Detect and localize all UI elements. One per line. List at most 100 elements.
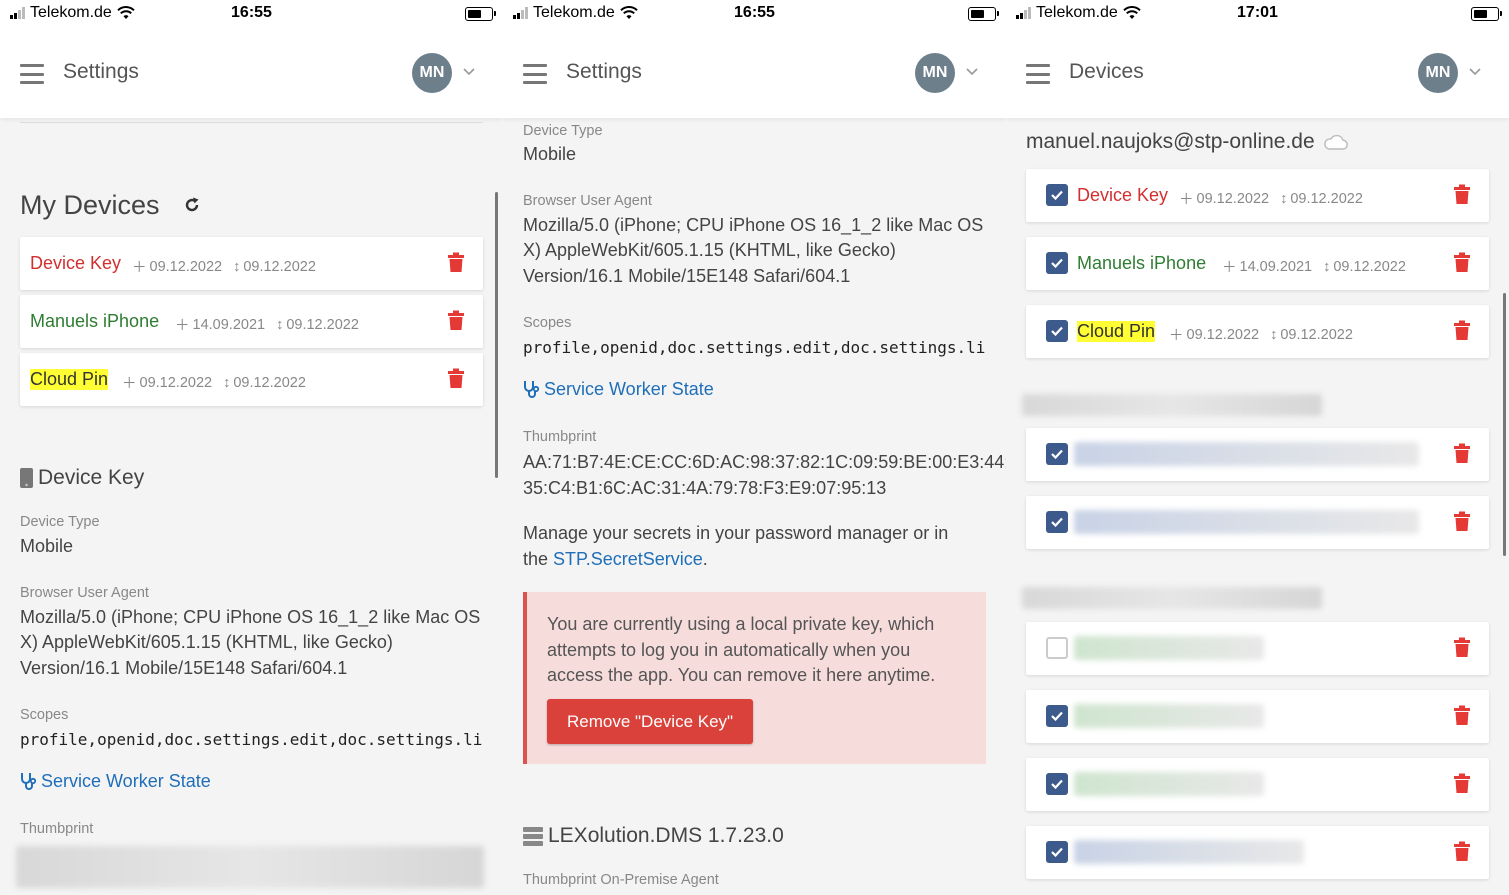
- thumbprint-label: Thumbprint: [20, 821, 94, 837]
- page-title: Devices: [1069, 60, 1144, 83]
- redacted-group-heading: [1022, 394, 1322, 416]
- device-checkbox[interactable]: [1046, 184, 1068, 206]
- clock: 17:01: [1237, 4, 1278, 21]
- manage-secrets-text: Manage your secrets in your password man…: [523, 523, 949, 543]
- trash-icon[interactable]: [1453, 705, 1471, 726]
- used-date: 09.12.2022: [233, 374, 306, 391]
- refresh-icon[interactable]: [183, 196, 201, 214]
- device-detail-heading: Device Key: [38, 466, 145, 489]
- my-devices-heading: My Devices: [20, 190, 160, 220]
- trash-icon[interactable]: [1453, 443, 1471, 464]
- trash-icon[interactable]: [1453, 773, 1471, 794]
- created-date: 09.12.2022: [139, 374, 213, 391]
- avatar[interactable]: MN: [1418, 53, 1458, 93]
- device-row[interactable]: Device Key ＋ 09.12.2022 ↕ 09.12.2022: [20, 237, 483, 290]
- menu-icon[interactable]: [523, 64, 547, 84]
- app-bar: Settings MN: [0, 28, 503, 118]
- menu-icon[interactable]: [1026, 64, 1050, 84]
- chevron-down-icon[interactable]: [462, 64, 476, 78]
- device-name[interactable]: Cloud Pin: [30, 369, 109, 390]
- updown-arrow-icon: ↕: [1270, 326, 1278, 343]
- updown-arrow-icon: ↕: [223, 374, 231, 391]
- device-checkbox[interactable]: [1046, 511, 1068, 533]
- status-bar: Telekom.de 16:55: [503, 0, 1006, 28]
- trash-icon[interactable]: [447, 368, 465, 389]
- created-date: 09.12.2022: [1186, 326, 1260, 343]
- clock: 16:55: [231, 4, 272, 21]
- device-checkbox[interactable]: [1046, 443, 1068, 465]
- device-row[interactable]: Cloud Pin ＋ 09.12.2022 ↕ 09.12.2022: [20, 353, 483, 406]
- redacted-thumbprint: [16, 846, 484, 888]
- scrollbar[interactable]: [495, 192, 498, 478]
- scopes-label: Scopes: [523, 315, 572, 331]
- page-title: Settings: [63, 60, 139, 83]
- device-checkbox[interactable]: [1046, 637, 1068, 659]
- scopes-value: profile,openid,doc.settings.edit,doc.set…: [20, 730, 483, 749]
- device-checkbox[interactable]: [1046, 705, 1068, 727]
- trash-icon[interactable]: [447, 310, 465, 331]
- service-worker-link[interactable]: Service Worker State: [523, 379, 714, 400]
- user-agent-line: Mozilla/5.0 (iPhone; CPU iPhone OS 16_1_…: [20, 607, 481, 627]
- device-row-redacted[interactable]: [1026, 758, 1489, 811]
- user-agent-line: Mozilla/5.0 (iPhone; CPU iPhone OS 16_1_…: [523, 215, 984, 235]
- alert-text: attempts to log you in automatically whe…: [547, 639, 911, 660]
- redacted-device-name: [1074, 704, 1264, 728]
- created-date: 09.12.2022: [1196, 190, 1270, 207]
- device-row[interactable]: Cloud Pin ＋ 09.12.2022 ↕ 09.12.2022: [1026, 305, 1489, 358]
- battery-icon: [1471, 7, 1502, 21]
- device-name[interactable]: Manuels iPhone: [30, 311, 159, 332]
- created-date: 14.09.2021: [192, 316, 266, 333]
- updown-arrow-icon: ↕: [1280, 190, 1288, 207]
- device-type-value: Mobile: [20, 536, 74, 556]
- stethoscope-icon: [524, 381, 540, 398]
- account-heading: manuel.naujoks@stp-online.de: [1026, 130, 1349, 154]
- chevron-down-icon[interactable]: [965, 64, 979, 78]
- device-row-redacted[interactable]: [1026, 622, 1489, 675]
- scrollbar[interactable]: [1503, 293, 1506, 556]
- secret-service-link[interactable]: STP.SecretService: [553, 549, 703, 569]
- user-agent-line: X) AppleWebKit/605.1.15 (KHTML, like Gec…: [20, 632, 393, 652]
- chevron-down-icon[interactable]: [1468, 64, 1482, 78]
- avatar[interactable]: MN: [412, 53, 452, 93]
- remove-device-key-button[interactable]: Remove "Device Key": [547, 699, 754, 744]
- device-row-redacted[interactable]: [1026, 428, 1489, 481]
- clock: 16:55: [734, 4, 775, 21]
- avatar[interactable]: MN: [915, 53, 955, 93]
- trash-icon[interactable]: [1453, 637, 1471, 658]
- device-row-redacted[interactable]: [1026, 690, 1489, 743]
- device-name[interactable]: Device Key: [1077, 185, 1168, 206]
- trash-icon[interactable]: [1453, 841, 1471, 862]
- dms-version-heading: LEXolution.DMS 1.7.23.0: [548, 824, 784, 847]
- menu-icon[interactable]: [20, 64, 44, 84]
- device-row[interactable]: Device Key ＋ 09.12.2022 ↕ 09.12.2022: [1026, 169, 1489, 222]
- screen-settings-device-detail: Telekom.de 16:55 Settings MN Device Type…: [503, 0, 1006, 895]
- device-checkbox[interactable]: [1046, 320, 1068, 342]
- device-row[interactable]: Manuels iPhone ＋ 14.09.2021 ↕ 09.12.2022: [1026, 237, 1489, 290]
- device-name[interactable]: Device Key: [30, 253, 121, 274]
- trash-icon[interactable]: [1453, 320, 1471, 341]
- battery-icon: [465, 7, 496, 21]
- server-icon: [523, 827, 543, 846]
- used-date: 09.12.2022: [286, 316, 359, 333]
- trash-icon[interactable]: [1453, 184, 1471, 205]
- device-row[interactable]: Manuels iPhone ＋ 14.09.2021 ↕ 09.12.2022: [20, 295, 483, 348]
- app-bar: Settings MN: [503, 28, 1006, 118]
- trash-icon[interactable]: [447, 252, 465, 273]
- redacted-device-name: [1074, 840, 1304, 864]
- scopes-value: profile,openid,doc.settings.edit,doc.set…: [523, 338, 986, 357]
- trash-icon[interactable]: [1453, 511, 1471, 532]
- device-checkbox[interactable]: [1046, 252, 1068, 274]
- service-worker-link[interactable]: Service Worker State: [20, 771, 211, 792]
- device-row-redacted[interactable]: [1026, 496, 1489, 549]
- device-row-redacted[interactable]: [1026, 826, 1489, 879]
- device-checkbox[interactable]: [1046, 841, 1068, 863]
- device-name[interactable]: Manuels iPhone: [1077, 253, 1206, 274]
- used-date: 09.12.2022: [1280, 326, 1353, 343]
- device-checkbox[interactable]: [1046, 773, 1068, 795]
- device-name[interactable]: Cloud Pin: [1077, 321, 1156, 342]
- account-email: manuel.naujoks@stp-online.de: [1026, 130, 1315, 153]
- plus-icon: ＋: [1222, 260, 1237, 276]
- plus-icon: ＋: [1179, 192, 1194, 208]
- trash-icon[interactable]: [1453, 252, 1471, 273]
- onprem-thumbprint-label: Thumbprint On-Premise Agent: [523, 872, 719, 888]
